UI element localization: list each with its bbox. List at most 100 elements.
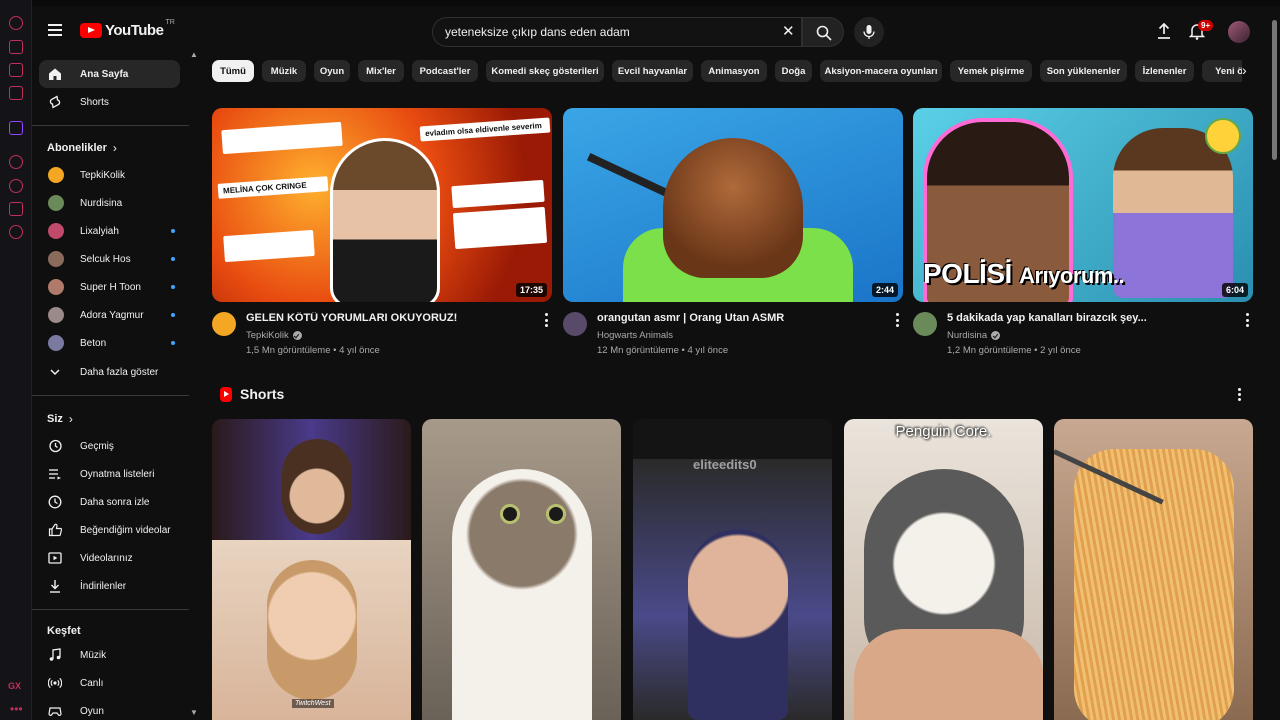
video-card[interactable]: evladım olsa eldivenle severim MELİNA ÇO… — [212, 108, 552, 368]
sidebar-item-label: Shorts — [80, 96, 109, 108]
chip[interactable]: Evcil hayvanlar — [612, 60, 693, 82]
search-button[interactable] — [802, 17, 844, 47]
browser-settings-icon[interactable] — [9, 225, 23, 239]
browser-gallery-icon[interactable] — [9, 63, 23, 77]
menu-icon[interactable] — [48, 24, 62, 36]
chevron-right-icon: › — [68, 412, 73, 426]
sidebar-item-music[interactable]: Müzik — [39, 641, 180, 669]
twitch-icon[interactable] — [9, 121, 23, 135]
you-header[interactable]: Siz › — [47, 412, 73, 426]
more-actions-icon[interactable] — [1245, 313, 1249, 327]
sidebar-item-your-videos[interactable]: Videolarınız — [39, 544, 180, 572]
live-icon — [48, 677, 62, 689]
channel-avatar[interactable] — [212, 312, 236, 336]
divider — [32, 609, 189, 610]
shorts-more-icon[interactable] — [1237, 388, 1241, 401]
sidebar-item-subscription[interactable]: Selcuk Hos — [39, 245, 180, 273]
chip[interactable]: Animasyon — [701, 60, 767, 82]
browser-side-rail: GX ••• — [0, 0, 32, 720]
channel-avatar — [48, 223, 64, 239]
browser-speed-dial-icon[interactable] — [9, 16, 23, 30]
chevron-right-icon[interactable]: › — [1242, 62, 1247, 78]
scroll-up-arrow[interactable]: ▲ — [190, 50, 198, 59]
cat-eye — [546, 504, 566, 524]
channel-name[interactable]: Hogwarts Animals — [597, 330, 673, 341]
subscriptions-header[interactable]: Abonelikler › — [47, 141, 117, 155]
video-title[interactable]: 5 dakikada yap kanalları birazcık şey... — [947, 312, 1237, 324]
sidebar-item-label: Selcuk Hos — [80, 253, 131, 265]
shorts-title: Shorts — [240, 386, 285, 402]
gx-icon[interactable]: GX — [8, 681, 21, 691]
channel-avatar — [48, 251, 64, 267]
sidebar-item-subscription[interactable]: Adora Yagmur — [39, 301, 180, 329]
chip[interactable]: Podcast'ler — [412, 60, 478, 82]
chip[interactable]: Yeni ön — [1202, 60, 1242, 82]
more-actions-icon[interactable] — [895, 313, 899, 327]
video-thumbnail[interactable]: evladım olsa eldivenle severim MELİNA ÇO… — [212, 108, 552, 302]
video-thumbnail[interactable]: POLİSİ Arıyorum.. 6:04 — [913, 108, 1253, 302]
sidebar-item-label: Super H Toon — [80, 281, 141, 293]
browser-history-icon[interactable] — [9, 179, 23, 193]
video-card[interactable]: 2:44 orangutan asmr | Orang Utan ASMR Ho… — [563, 108, 903, 368]
chip[interactable]: Doğa — [775, 60, 812, 82]
search-input[interactable]: yeteneksize çıkıp dans eden adam — [432, 17, 802, 47]
video-channel[interactable]: TepkiKolik — [246, 330, 302, 341]
sidebar-item-subscription[interactable]: Lixalyiah — [39, 217, 180, 245]
short-card[interactable]: eliteedits0 — [633, 419, 832, 720]
sidebar-item-live[interactable]: Canlı — [39, 669, 180, 697]
video-title[interactable]: orangutan asmr | Orang Utan ASMR — [597, 312, 887, 324]
sidebar-item-liked-videos[interactable]: Beğendiğim videolar — [39, 516, 180, 544]
channel-avatar[interactable] — [563, 312, 587, 336]
chip[interactable]: İzlenenler — [1135, 60, 1194, 82]
sidebar-item-history[interactable]: Geçmiş — [39, 432, 180, 460]
sidebar-item-subscription[interactable]: Super H Toon — [39, 273, 180, 301]
sidebar-item-subscription[interactable]: Beton — [39, 329, 180, 357]
chip-all[interactable]: Tümü — [212, 60, 254, 82]
account-avatar[interactable] — [1228, 21, 1250, 43]
cat-eye — [500, 504, 520, 524]
scroll-down-arrow[interactable]: ▼ — [190, 708, 198, 717]
sidebar-item-gaming[interactable]: Oyun — [39, 697, 180, 720]
youtube-logo[interactable]: YouTube TR — [80, 19, 175, 39]
voice-search-button[interactable] — [854, 17, 884, 47]
chip[interactable]: Komedi skeç gösterileri — [486, 60, 604, 82]
video-title[interactable]: GELEN KÖTÜ YORUMLARI OKUYORUZ! — [246, 312, 536, 324]
chip[interactable]: Son yüklenenler — [1040, 60, 1127, 82]
browser-extensions-icon[interactable] — [9, 202, 23, 216]
sidebar-item-label: Oyun — [80, 705, 104, 717]
chip[interactable]: Aksiyon-macera oyunları — [820, 60, 942, 82]
sidebar-item-watch-later[interactable]: Daha sonra izle — [39, 488, 180, 516]
sidebar-item-downloads[interactable]: İndirilenler — [39, 572, 180, 600]
channel-avatar[interactable] — [913, 312, 937, 336]
show-more-button[interactable]: Daha fazla göster — [39, 358, 180, 386]
channel-name[interactable]: Nurdisina — [947, 330, 987, 341]
page-scrollbar[interactable] — [1272, 20, 1277, 160]
browser-m-icon[interactable] — [9, 86, 23, 100]
chip[interactable]: Mix'ler — [358, 60, 404, 82]
chip[interactable]: Müzik — [262, 60, 306, 82]
video-duration: 17:35 — [515, 283, 547, 297]
sidebar-item-subscription[interactable]: TepkiKolik — [39, 161, 180, 189]
sidebar-item-shorts[interactable]: Shorts — [39, 88, 180, 116]
sidebar-item-playlists[interactable]: Oynatma listeleri — [39, 460, 180, 488]
browser-player-icon[interactable] — [9, 155, 23, 169]
sidebar-item-home[interactable]: Ana Sayfa — [39, 60, 180, 88]
sidebar-item-subscription[interactable]: Nurdisina — [39, 189, 180, 217]
video-card[interactable]: POLİSİ Arıyorum.. 6:04 5 dakikada yap ka… — [913, 108, 1253, 368]
chip[interactable]: Oyun — [314, 60, 350, 82]
browser-gx-corner-icon[interactable] — [9, 40, 23, 54]
channel-name[interactable]: TepkiKolik — [246, 330, 289, 341]
short-card[interactable]: Penguin Core. — [844, 419, 1043, 720]
short-card[interactable]: TwitchWest — [212, 419, 411, 720]
video-channel[interactable]: Nurdisina — [947, 330, 1001, 341]
short-card[interactable] — [1054, 419, 1253, 720]
more-actions-icon[interactable] — [544, 313, 548, 327]
chip[interactable]: Yemek pişirme — [950, 60, 1032, 82]
upload-icon[interactable] — [1156, 22, 1172, 40]
more-icon[interactable]: ••• — [10, 702, 23, 716]
channel-avatar — [48, 307, 64, 323]
video-thumbnail[interactable]: 2:44 — [563, 108, 903, 302]
video-channel[interactable]: Hogwarts Animals — [597, 330, 673, 341]
clear-search-icon[interactable]: ✕ — [782, 24, 795, 39]
short-card[interactable] — [422, 419, 621, 720]
